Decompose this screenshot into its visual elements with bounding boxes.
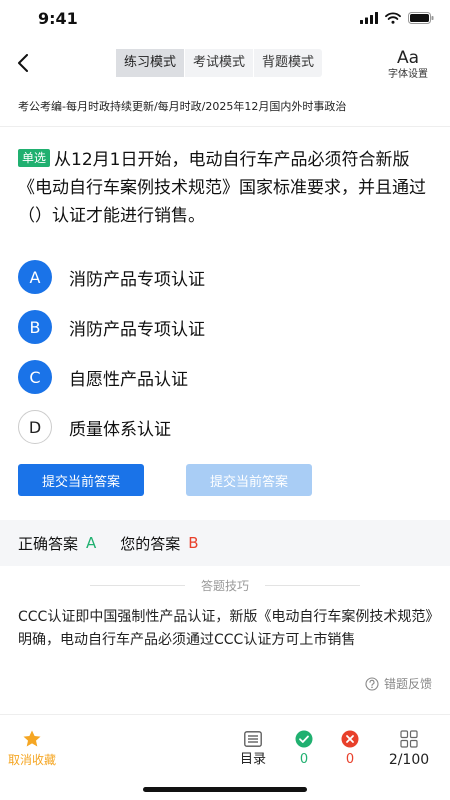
- signal-icon: [360, 12, 378, 24]
- correct-count: 0: [290, 729, 318, 768]
- question-stem: 单选 从12月1日开始，电动自行车产品必须符合新版《电动自行车案例技术规范》国家标…: [18, 146, 438, 230]
- nav-bar: 练习模式 考试模式 背题模式 Aa 字体设置: [0, 40, 450, 86]
- your-answer-value: B: [188, 534, 199, 552]
- catalog-button[interactable]: 目录: [232, 729, 274, 768]
- font-setting-label: 字体设置: [388, 69, 428, 80]
- submit-answer-button[interactable]: 提交当前答案: [18, 464, 144, 496]
- option-text: 消防产品专项认证: [69, 269, 205, 290]
- wifi-icon: [385, 12, 401, 24]
- option-b[interactable]: B 消防产品专项认证: [18, 302, 438, 352]
- option-text: 质量体系认证: [69, 419, 171, 440]
- question-grid-button[interactable]: 2/100: [382, 729, 436, 768]
- question-circle-icon: [365, 676, 379, 691]
- x-circle-icon: [341, 730, 359, 748]
- back-button[interactable]: [10, 50, 36, 76]
- correct-count-value: 0: [299, 752, 309, 767]
- your-answer-label: 您的答案: [120, 534, 181, 553]
- font-setting-button[interactable]: Aa 字体设置: [382, 48, 434, 82]
- breadcrumb: 考公考编-每月时政持续更新/每月时政/2025年12月国内外时事政治: [18, 100, 347, 113]
- star-icon: [23, 730, 41, 747]
- progress-value: 2/100: [388, 752, 430, 768]
- answer-bar: 正确答案 A 您的答案 B: [0, 520, 450, 566]
- list-icon: [244, 731, 262, 747]
- options-list: A 消防产品专项认证 B 消防产品专项认证 C 自愿性产品认证 D 质量体系认证: [18, 252, 438, 452]
- error-feedback-button[interactable]: 错题反馈: [365, 675, 432, 692]
- option-d[interactable]: D 质量体系认证: [18, 402, 438, 452]
- divider: [0, 126, 450, 127]
- option-c[interactable]: C 自愿性产品认证: [18, 352, 438, 402]
- status-bar: 9:41: [0, 0, 450, 40]
- grid-icon: [400, 730, 418, 748]
- status-icons: [360, 12, 434, 24]
- wrong-count: 0: [336, 729, 364, 768]
- battery-icon: [408, 12, 434, 24]
- tips-content: CCC认证即中国强制性产品认证，新版《电动自行车案例技术规范》明确，电动自行车产…: [18, 609, 433, 648]
- unfavorite-button[interactable]: 取消收藏: [2, 729, 62, 768]
- option-letter: C: [18, 360, 52, 394]
- mode-tabs: 练习模式 考试模式 背题模式: [116, 49, 323, 77]
- question-type-badge: 单选: [18, 149, 51, 167]
- chevron-left-icon: [18, 54, 28, 72]
- tab-exam-mode[interactable]: 考试模式: [185, 49, 255, 77]
- status-time: 9:41: [38, 9, 78, 28]
- check-circle-icon: [295, 730, 313, 748]
- home-indicator: [143, 787, 307, 792]
- submit-answer-button-disabled: 提交当前答案: [186, 464, 312, 496]
- font-size-icon: Aa: [396, 48, 420, 68]
- correct-answer-label: 正确答案: [18, 534, 79, 553]
- tab-memorize-mode[interactable]: 背题模式: [254, 49, 322, 77]
- question-text: 从12月1日开始，电动自行车产品必须符合新版《电动自行车案例技术规范》国家标准要…: [18, 150, 426, 226]
- option-letter: D: [18, 410, 52, 444]
- error-feedback-label: 错题反馈: [383, 677, 432, 691]
- option-a[interactable]: A 消防产品专项认证: [18, 252, 438, 302]
- catalog-label: 目录: [239, 752, 266, 767]
- wrong-count-value: 0: [345, 752, 355, 767]
- option-letter: B: [18, 310, 52, 344]
- option-letter: A: [18, 260, 52, 294]
- tab-practice-mode[interactable]: 练习模式: [116, 49, 186, 77]
- option-text: 消防产品专项认证: [69, 319, 205, 340]
- unfavorite-label: 取消收藏: [7, 753, 56, 767]
- correct-answer-value: A: [86, 534, 97, 552]
- tips-title: 答题技巧: [200, 579, 249, 593]
- option-text: 自愿性产品认证: [69, 369, 188, 390]
